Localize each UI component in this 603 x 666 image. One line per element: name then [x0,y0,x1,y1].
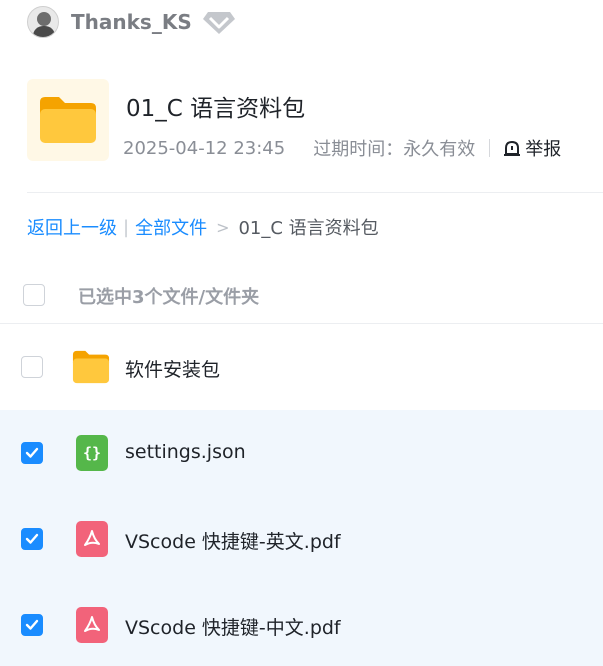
alert-bell-icon [504,140,521,156]
selection-count: 已选中3个文件/文件夹 [78,287,260,308]
share-title: 01_C 语言资料包 [126,96,306,122]
check-icon [25,619,39,630]
share-header: 01_C 语言资料包 2025-04-12 23:45 过期时间：永久有效 举报 [27,79,603,161]
user-avatar[interactable] [27,6,59,38]
report-button[interactable]: 举报 [502,135,561,161]
share-expire: 过期时间：永久有效 [313,139,476,160]
file-name[interactable]: VScode 快捷键-中文.pdf [125,613,341,640]
user-row: Thanks_KS [27,4,236,40]
breadcrumb-separator: | [123,216,130,238]
check-icon [25,447,39,458]
file-row[interactable]: 软件安装包 [0,324,603,410]
breadcrumb: 返回上一级 | 全部文件 > 01_C 语言资料包 [27,214,379,240]
select-all-checkbox[interactable] [23,284,45,306]
share-folder-thumbnail [27,79,109,161]
check-icon [25,533,39,544]
json-file-icon: {} [73,434,111,472]
folder-icon [40,97,96,143]
breadcrumb-arrow: > [216,217,230,237]
share-date: 2025-04-12 23:45 [123,137,286,159]
file-name[interactable]: VScode 快捷键-英文.pdf [125,527,341,554]
meta-divider [489,139,491,157]
file-row[interactable]: {} settings.json [0,410,603,496]
folder-icon [72,348,110,386]
header-divider [27,192,603,193]
file-row[interactable]: VScode 快捷键-英文.pdf [0,496,603,582]
file-name[interactable]: 软件安装包 [125,355,220,382]
diamond-vip-icon [202,12,235,34]
row-checkbox[interactable] [21,356,43,378]
username[interactable]: Thanks_KS [71,10,192,34]
breadcrumb-all-files[interactable]: 全部文件 [135,214,207,240]
breadcrumb-back[interactable]: 返回上一级 [27,214,117,240]
breadcrumb-current: 01_C 语言资料包 [238,218,379,239]
share-meta: 2025-04-12 23:45 过期时间：永久有效 举报 [123,135,561,161]
row-checkbox[interactable] [21,442,43,464]
selection-header: 已选中3个文件/文件夹 [0,268,603,324]
report-label: 举报 [525,139,562,160]
file-row[interactable]: VScode 快捷键-中文.pdf [0,582,603,666]
pdf-file-icon [73,606,111,644]
file-name[interactable]: settings.json [125,441,246,463]
row-checkbox[interactable] [21,528,43,550]
pdf-file-icon [73,520,111,558]
row-checkbox[interactable] [21,614,43,636]
